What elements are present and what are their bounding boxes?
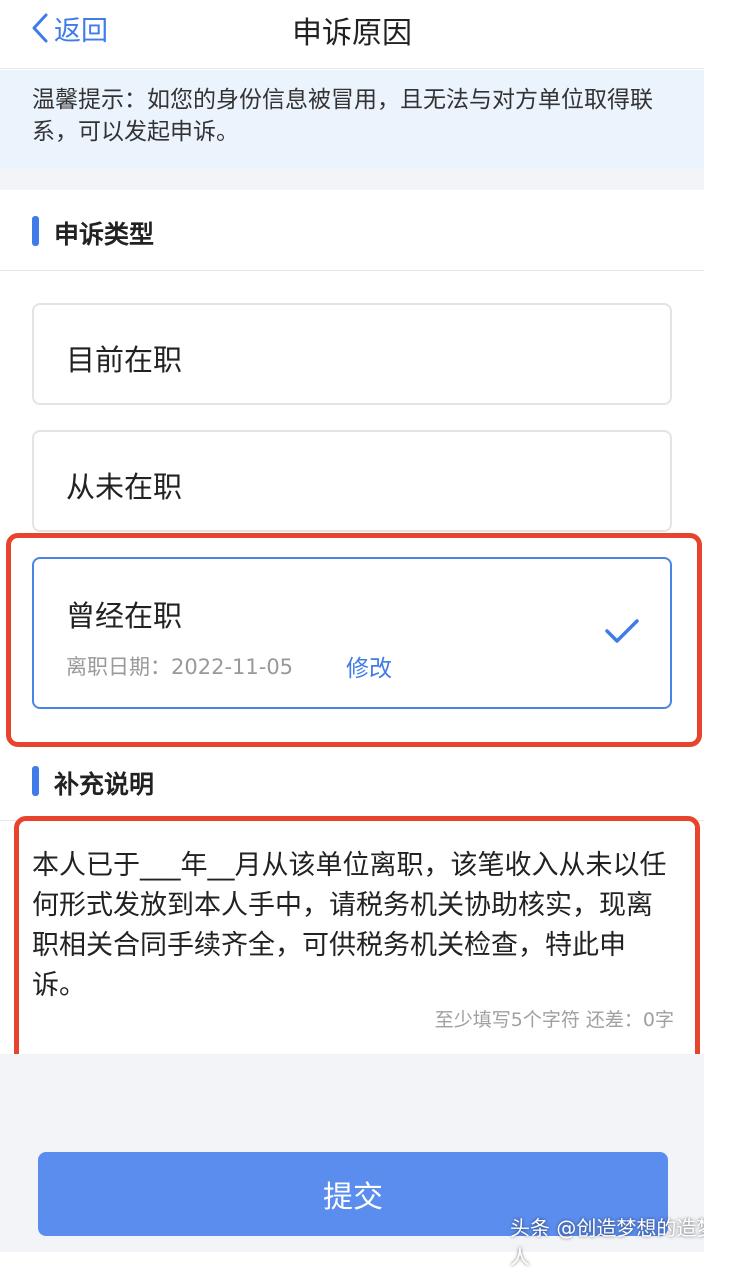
character-counter: 至少填写5个字符 还差：0字 bbox=[434, 1009, 674, 1031]
section-gap bbox=[0, 168, 704, 190]
option-label: 曾经在职 bbox=[66, 599, 183, 633]
option-never-employed[interactable]: 从未在职 bbox=[32, 430, 672, 532]
divider bbox=[0, 270, 704, 271]
resignation-date-row: 离职日期：2022-11-05 bbox=[66, 651, 293, 681]
resignation-date-value: 2022-11-05 bbox=[171, 655, 294, 679]
checkmark-icon bbox=[605, 619, 639, 643]
modify-date-link[interactable]: 修改 bbox=[346, 649, 392, 683]
tip-text: 温馨提示：如您的身份信息被冒用，且无法与对方单位取得联系，可以发起申诉。 bbox=[32, 87, 653, 145]
section-marker bbox=[32, 766, 39, 796]
page-title: 申诉原因 bbox=[292, 16, 412, 51]
option-label: 目前在职 bbox=[66, 343, 183, 377]
resignation-date-label: 离职日期： bbox=[66, 655, 171, 679]
appeal-type-title: 申诉类型 bbox=[54, 220, 155, 249]
option-formerly-employed[interactable]: 曾经在职 离职日期：2022-11-05 修改 bbox=[32, 557, 672, 709]
section-marker bbox=[32, 216, 39, 246]
option-currently-employed[interactable]: 目前在职 bbox=[32, 303, 672, 405]
supplement-text[interactable]: 本人已于___年__月从该单位离职，该笔收入从未以任何形式发放到本人手中，请税务… bbox=[32, 846, 672, 1006]
page-margin bbox=[704, 0, 736, 1252]
supplement-title: 补充说明 bbox=[54, 770, 155, 799]
option-label: 从未在职 bbox=[66, 470, 183, 504]
watermark: 头条 @创造梦想的造梦人 bbox=[510, 1216, 717, 1269]
